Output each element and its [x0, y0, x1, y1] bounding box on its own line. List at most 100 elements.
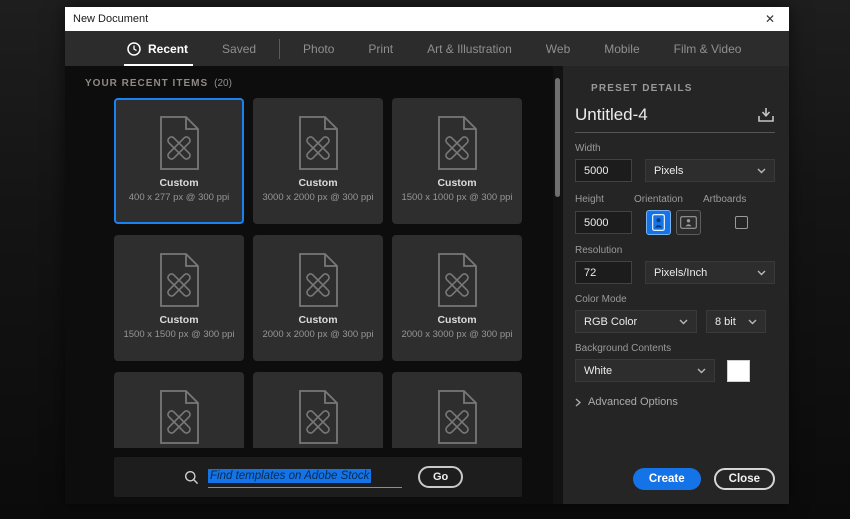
color-mode-dropdown[interactable]: RGB Color [575, 310, 697, 333]
document-x-icon [289, 387, 347, 447]
adobe-stock-searchbar: Find templates on Adobe Stock Go [114, 457, 522, 497]
chevron-down-icon [757, 168, 766, 174]
search-input-selected-text: Find templates on Adobe Stock [208, 469, 371, 483]
recent-items-count: (20) [214, 78, 232, 89]
recent-item-card[interactable]: Custom 400 x 277 px @ 300 ppi [114, 98, 244, 224]
document-x-icon [289, 113, 347, 173]
recent-item-card[interactable]: Custom 1500 x 1000 px @ 300 ppi [392, 98, 522, 224]
recent-item-card[interactable]: Custom [392, 372, 522, 448]
background-contents-dropdown[interactable]: White [575, 359, 715, 382]
recent-item-card[interactable]: Custom [253, 372, 383, 448]
preset-category-tabbar: Recent Saved Photo Print Art & Illustrat… [65, 31, 789, 66]
recent-item-title: Custom [298, 314, 337, 326]
tab-recent[interactable]: Recent [110, 31, 205, 66]
recent-item-card[interactable]: Custom [114, 372, 244, 448]
tab-photo[interactable]: Photo [286, 31, 351, 66]
tab-web[interactable]: Web [529, 31, 587, 66]
resolution-unit-dropdown[interactable]: Pixels/Inch [645, 261, 775, 284]
resolution-input[interactable]: 72 [575, 261, 632, 284]
tab-divider [279, 39, 280, 59]
clock-icon [127, 42, 141, 56]
recent-items-section: YOUR RECENT ITEMS (20) Custom 400 x 277 p… [65, 66, 553, 504]
recent-item-size: 2000 x 2000 px @ 300 ppi [262, 329, 373, 340]
document-name-row: Untitled-4 [575, 105, 775, 133]
chevron-down-icon [679, 319, 688, 325]
document-x-icon [289, 250, 347, 310]
recent-item-size: 1500 x 1500 px @ 300 ppi [123, 329, 234, 340]
portrait-person-icon [652, 214, 665, 231]
recent-item-title: Custom [437, 314, 476, 326]
background-contents-label: Background Contents [575, 343, 775, 354]
recent-item-card[interactable]: Custom 2000 x 3000 px @ 300 ppi [392, 235, 522, 361]
advanced-options-label: Advanced Options [588, 396, 678, 408]
background-contents-value: White [584, 365, 612, 377]
dialog-body: YOUR RECENT ITEMS (20) Custom 400 x 277 p… [65, 66, 789, 504]
tab-print[interactable]: Print [351, 31, 410, 66]
width-input[interactable]: 5000 [575, 159, 632, 182]
document-x-icon [428, 113, 486, 173]
close-button[interactable]: Close [714, 468, 775, 490]
bit-depth-dropdown[interactable]: 8 bit [706, 310, 766, 333]
orientation-landscape-button[interactable] [676, 210, 701, 235]
recent-item-title: Custom [159, 314, 198, 326]
document-x-icon [150, 250, 208, 310]
width-row: 5000 Pixels [575, 159, 775, 182]
close-icon[interactable]: ✕ [761, 10, 779, 28]
tab-mobile[interactable]: Mobile [587, 31, 656, 66]
recent-item-size: 1500 x 1000 px @ 300 ppi [401, 192, 512, 203]
orientation-label: Orientation [634, 194, 703, 205]
dialog-actions: Create Close [633, 468, 775, 490]
recent-item-card[interactable]: Custom 3000 x 2000 px @ 300 ppi [253, 98, 383, 224]
width-unit-dropdown[interactable]: Pixels [645, 159, 775, 182]
dialog-titlebar: New Document ✕ [65, 7, 789, 31]
resolution-row: 72 Pixels/Inch [575, 261, 775, 284]
chevron-down-icon [697, 368, 706, 374]
bit-depth-value: 8 bit [715, 316, 736, 328]
background-contents-row: White [575, 359, 775, 382]
dialog-title: New Document [73, 13, 148, 25]
search-input[interactable]: Find templates on Adobe Stock [208, 466, 402, 488]
preset-details-panel: PRESET DETAILS Untitled-4 Width 5000 [563, 66, 789, 504]
recent-item-card[interactable]: Custom 2000 x 2000 px @ 300 ppi [253, 235, 383, 361]
resolution-unit-value: Pixels/Inch [654, 267, 707, 279]
recent-item-card[interactable]: Custom 1500 x 1500 px @ 300 ppi [114, 235, 244, 361]
width-label: Width [575, 143, 775, 154]
desktop-background: New Document ✕ Recent Saved Photo Print … [0, 0, 850, 519]
create-button[interactable]: Create [633, 468, 701, 490]
save-preset-icon[interactable] [757, 107, 775, 123]
advanced-options-toggle[interactable]: Advanced Options [575, 396, 775, 408]
resolution-label: Resolution [575, 245, 775, 256]
recent-items-viewport[interactable]: Custom 400 x 277 px @ 300 ppi Custom 300… [114, 98, 524, 448]
height-input[interactable]: 5000 [575, 211, 632, 234]
recent-items-grid: Custom 400 x 277 px @ 300 ppi Custom 300… [114, 98, 524, 448]
height-row: 5000 [575, 210, 775, 235]
recent-item-title: Custom [437, 177, 476, 189]
recent-item-title: Custom [298, 177, 337, 189]
color-mode-value: RGB Color [584, 316, 637, 328]
artboards-checkbox[interactable] [735, 216, 748, 229]
artboards-label: Artboards [703, 194, 746, 205]
height-orientation-artboards-labels: Height Orientation Artboards [575, 194, 775, 205]
recent-items-heading-text: YOUR RECENT ITEMS [85, 78, 208, 89]
scrollbar-thumb[interactable] [555, 78, 560, 197]
chevron-down-icon [748, 319, 757, 325]
document-x-icon [428, 387, 486, 447]
recent-items-scrollbar[interactable] [553, 66, 563, 504]
background-color-swatch[interactable] [727, 360, 750, 382]
tab-art-illustration[interactable]: Art & Illustration [410, 31, 529, 66]
go-button[interactable]: Go [418, 466, 463, 488]
tab-saved[interactable]: Saved [205, 31, 273, 66]
recent-item-title: Custom [159, 177, 198, 189]
document-x-icon [428, 250, 486, 310]
chevron-right-icon [575, 398, 581, 407]
document-name-input[interactable]: Untitled-4 [575, 105, 757, 125]
tab-film-video[interactable]: Film & Video [657, 31, 759, 66]
height-label: Height [575, 194, 634, 205]
recent-item-size: 400 x 277 px @ 300 ppi [129, 192, 230, 203]
new-document-dialog: New Document ✕ Recent Saved Photo Print … [65, 7, 789, 504]
orientation-portrait-button[interactable] [646, 210, 671, 235]
search-icon [184, 470, 199, 485]
recent-item-size: 3000 x 2000 px @ 300 ppi [262, 192, 373, 203]
color-mode-row: RGB Color 8 bit [575, 310, 775, 333]
preset-details-heading: PRESET DETAILS [591, 83, 775, 94]
